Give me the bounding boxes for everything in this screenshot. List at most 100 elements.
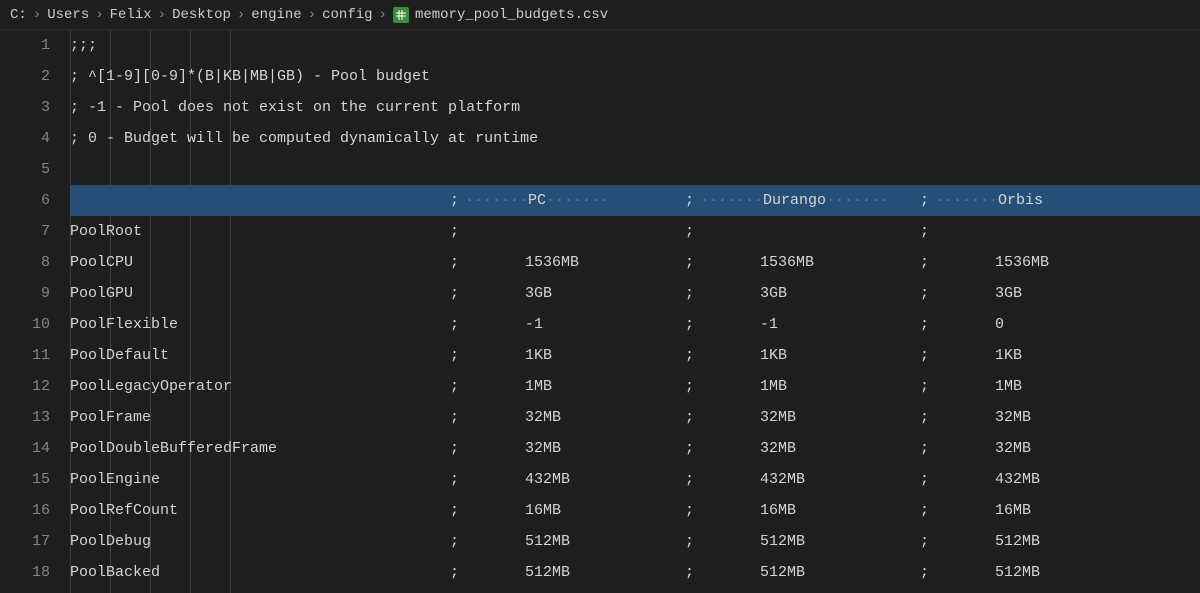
pool-value: 1MB	[935, 371, 1085, 402]
line-number: 10	[0, 309, 50, 340]
code-area[interactable]: ;;; ; ^[1-9][0-9]*(B|KB|MB|GB) - Pool bud…	[70, 30, 1200, 593]
code-line[interactable]: ; ^[1-9][0-9]*(B|KB|MB|GB) - Pool budget	[70, 61, 1200, 92]
pool-value: 1536MB	[465, 247, 685, 278]
separator: ;	[920, 495, 935, 526]
separator: ;	[685, 309, 700, 340]
line-number: 7	[0, 216, 50, 247]
breadcrumb-item[interactable]: Felix	[110, 7, 152, 23]
separator: ;	[685, 464, 700, 495]
breadcrumb-item[interactable]: Desktop	[172, 7, 231, 23]
pool-name: PoolBacked	[70, 557, 450, 588]
pool-name: PoolRoot	[70, 216, 450, 247]
breadcrumb-item[interactable]: C:	[10, 7, 27, 23]
separator: ;	[685, 216, 700, 247]
separator: ;	[920, 185, 935, 216]
line-number: 18	[0, 557, 50, 588]
separator: ;	[685, 278, 700, 309]
chevron-right-icon: ›	[308, 7, 316, 23]
line-number: 3	[0, 92, 50, 123]
comment: ; ^[1-9][0-9]*(B|KB|MB|GB) - Pool budget	[70, 68, 430, 85]
column-header: ·······Durango·······	[700, 185, 920, 216]
line-number: 14	[0, 433, 50, 464]
pool-value: 1KB	[935, 340, 1085, 371]
separator: ;	[920, 309, 935, 340]
separator: ;	[685, 371, 700, 402]
chevron-right-icon: ›	[95, 7, 103, 23]
code-line[interactable]: PoolDoubleBufferedFrame;32MB;32MB;32MB	[70, 433, 1200, 464]
comment: ;;;	[70, 37, 97, 54]
code-line[interactable]: ;·······PC·······;·······Durango·······;…	[70, 185, 1200, 216]
code-line[interactable]: PoolDebug;512MB;512MB;512MB	[70, 526, 1200, 557]
code-line[interactable]: ;;;	[70, 30, 1200, 61]
code-line[interactable]: PoolFrame;32MB;32MB;32MB	[70, 402, 1200, 433]
pool-name: PoolDefault	[70, 340, 450, 371]
code-line[interactable]: ; 0 - Budget will be computed dynamicall…	[70, 123, 1200, 154]
line-number: 11	[0, 340, 50, 371]
chevron-right-icon: ›	[237, 7, 245, 23]
separator: ;	[450, 464, 465, 495]
code-line[interactable]: PoolLegacyOperator;1MB;1MB;1MB	[70, 371, 1200, 402]
code-line[interactable]: PoolGPU;3GB;3GB;3GB	[70, 278, 1200, 309]
code-line[interactable]: PoolRefCount;16MB;16MB;16MB	[70, 495, 1200, 526]
separator: ;	[685, 185, 700, 216]
separator: ;	[685, 495, 700, 526]
spreadsheet-icon	[393, 7, 409, 23]
line-number: 12	[0, 371, 50, 402]
line-number-gutter: 123456789101112131415161718	[0, 30, 70, 593]
separator: ;	[685, 526, 700, 557]
pool-name: PoolFrame	[70, 402, 450, 433]
breadcrumb-file[interactable]: memory_pool_budgets.csv	[393, 7, 608, 23]
separator: ;	[920, 371, 935, 402]
code-line[interactable]: ; -1 - Pool does not exist on the curren…	[70, 92, 1200, 123]
pool-name: PoolFlexible	[70, 309, 450, 340]
pool-value: 32MB	[935, 433, 1085, 464]
pool-name: PoolCPU	[70, 247, 450, 278]
comment: ; -1 - Pool does not exist on the curren…	[70, 99, 520, 116]
code-line[interactable]: PoolRoot;;;	[70, 216, 1200, 247]
line-number: 16	[0, 495, 50, 526]
pool-value: 512MB	[700, 557, 920, 588]
code-line[interactable]: PoolBacked;512MB;512MB;512MB	[70, 557, 1200, 588]
code-line[interactable]: PoolFlexible;-1;-1;0	[70, 309, 1200, 340]
separator: ;	[920, 278, 935, 309]
separator: ;	[920, 464, 935, 495]
pool-value: 512MB	[465, 557, 685, 588]
pool-value: 16MB	[935, 495, 1085, 526]
breadcrumb-item[interactable]: Users	[47, 7, 89, 23]
pool-value: 1KB	[465, 340, 685, 371]
code-line[interactable]: PoolCPU;1536MB;1536MB;1536MB	[70, 247, 1200, 278]
separator: ;	[685, 247, 700, 278]
pool-name: PoolDebug	[70, 526, 450, 557]
line-number: 13	[0, 402, 50, 433]
pool-value: 432MB	[700, 464, 920, 495]
pool-value: 32MB	[700, 402, 920, 433]
pool-value: 1MB	[465, 371, 685, 402]
pool-name: PoolRefCount	[70, 495, 450, 526]
pool-value: 3GB	[700, 278, 920, 309]
code-line[interactable]: PoolEngine;432MB;432MB;432MB	[70, 464, 1200, 495]
pool-value: 32MB	[935, 402, 1085, 433]
separator: ;	[920, 433, 935, 464]
pool-value: 1MB	[700, 371, 920, 402]
separator: ;	[685, 402, 700, 433]
pool-value: 512MB	[935, 557, 1085, 588]
separator: ;	[450, 309, 465, 340]
pool-name: PoolEngine	[70, 464, 450, 495]
column-header: ·······Orbis	[935, 185, 1085, 216]
line-number: 6	[0, 185, 50, 216]
code-line[interactable]: PoolDefault;1KB;1KB;1KB	[70, 340, 1200, 371]
separator: ;	[450, 247, 465, 278]
separator: ;	[450, 371, 465, 402]
pool-value: 16MB	[700, 495, 920, 526]
line-number: 9	[0, 278, 50, 309]
editor[interactable]: 123456789101112131415161718 ;;;; ^[1-9][…	[0, 30, 1200, 593]
breadcrumb-item[interactable]: config	[322, 7, 372, 23]
breadcrumb[interactable]: C: › Users › Felix › Desktop › engine › …	[0, 0, 1200, 30]
separator: ;	[920, 340, 935, 371]
code-line[interactable]	[70, 154, 1200, 185]
pool-name: PoolDoubleBufferedFrame	[70, 433, 450, 464]
breadcrumb-item[interactable]: engine	[251, 7, 301, 23]
separator: ;	[685, 557, 700, 588]
separator: ;	[920, 402, 935, 433]
comment: ; 0 - Budget will be computed dynamicall…	[70, 130, 538, 147]
